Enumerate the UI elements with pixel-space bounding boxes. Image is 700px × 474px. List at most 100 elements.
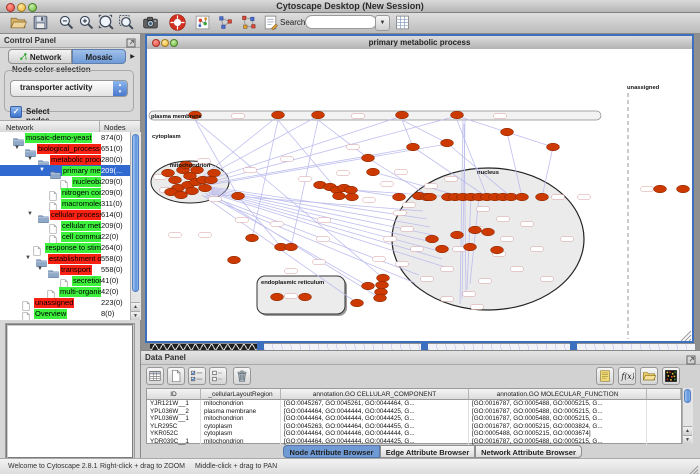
network-node[interactable] (299, 293, 312, 301)
resize-grip-icon[interactable] (689, 462, 699, 472)
network-window-titlebar[interactable]: primary metabolic process (147, 36, 692, 50)
tree-scroll-up-icon[interactable]: ▲ (131, 302, 140, 311)
attr-select-columns-button[interactable] (146, 367, 164, 385)
network-node[interactable] (516, 193, 529, 201)
birdseye-view[interactable] (6, 324, 134, 459)
network-node[interactable] (424, 193, 437, 201)
tree-row-cell-communicat[interactable]: cell communicat22(0) (0, 231, 130, 242)
network-node[interactable] (451, 231, 464, 239)
close-window-icon[interactable] (6, 3, 15, 12)
table-cell[interactable]: plasma membrane (201, 408, 281, 416)
network-canvas[interactable]: plasma membranecytoplasmmitochondrionnuc… (147, 49, 692, 341)
table-cell[interactable]: [GO:0016787, GO:0005488, GO:0005215, G..… (469, 438, 647, 446)
select-nodes-checkbox[interactable]: ✓ (10, 106, 22, 118)
network-node[interactable] (441, 139, 454, 147)
table-cell[interactable]: mitochondrion (201, 400, 281, 408)
zoom-selected-button[interactable] (116, 14, 136, 32)
float-panel-icon[interactable] (686, 352, 696, 362)
tab-node-attribute-browser[interactable]: Node Attribute Browser (283, 445, 380, 458)
network-node[interactable] (482, 228, 495, 236)
network-node[interactable] (362, 282, 375, 290)
network-node[interactable] (376, 281, 389, 289)
expand-arrow-icon[interactable]: ▼ (39, 167, 45, 173)
network-node[interactable] (246, 234, 259, 242)
table-cell[interactable]: [GO:0045263, GO:0044464, GO:0044455, G..… (281, 423, 469, 431)
network-node[interactable] (501, 128, 514, 136)
network-node[interactable] (393, 193, 406, 201)
network-node[interactable] (536, 193, 549, 201)
tree-row-nitrogen-compo[interactable]: nitrogen compo209(0) (0, 187, 130, 198)
network-node[interactable] (407, 143, 420, 151)
table-cell[interactable]: cytoplasm (201, 430, 281, 438)
network-node[interactable] (208, 169, 221, 177)
annotation-button[interactable] (260, 14, 280, 32)
network-node[interactable] (351, 299, 364, 307)
table-cell[interactable]: [GO:0016787, GO:0005488, GO:0005215, G..… (469, 400, 647, 408)
tree-row-multi-organism-pro[interactable]: multi-organism pro42(0) (0, 286, 130, 297)
table-cell[interactable]: [GO:0005488, GO:0005215, GO:0003674] (469, 430, 647, 438)
background-window-frame[interactable] (570, 343, 577, 350)
table-scrollbar[interactable]: ▲ ▼ (682, 388, 693, 444)
expand-arrow-icon[interactable]: ▼ (37, 266, 43, 272)
attr-notes-button[interactable] (596, 367, 614, 385)
table-cell[interactable]: YKR052C (147, 430, 201, 438)
network-node[interactable] (162, 169, 175, 177)
attr-matrix-button[interactable] (662, 367, 680, 385)
tree-row-cellular-process[interactable]: ▼cellular process614(0) (0, 209, 130, 220)
network-node[interactable] (547, 143, 560, 151)
layout-a-button[interactable] (215, 14, 235, 32)
minimize-window-icon[interactable] (17, 3, 26, 12)
table-cell[interactable]: [GO:0016787, GO:0005488, GO:0005215, G..… (469, 415, 647, 423)
zoom-window-icon[interactable] (28, 3, 37, 12)
save-session-button[interactable] (30, 14, 50, 32)
network-node[interactable] (426, 235, 439, 243)
network-node[interactable] (312, 111, 325, 119)
network-node[interactable] (367, 168, 380, 176)
table-scrollbar-thumb[interactable] (684, 389, 691, 403)
search-options-button[interactable]: ▼ (375, 15, 390, 31)
birdseye-button[interactable] (192, 14, 212, 32)
network-node[interactable] (186, 187, 199, 195)
search-input[interactable] (305, 15, 377, 29)
network-node[interactable] (271, 293, 284, 301)
expand-arrow-icon[interactable]: ▼ (25, 255, 31, 261)
background-window-frame[interactable] (257, 343, 264, 350)
zoom-fit-button[interactable] (96, 14, 116, 32)
network-node[interactable] (272, 111, 285, 119)
network-node[interactable] (436, 245, 449, 253)
network-node[interactable] (451, 111, 464, 119)
column-header--cellularlayoutregion[interactable]: _cellularLayoutRegion (201, 389, 281, 400)
table-cell[interactable]: [GO:0044464, GO:0044444, GO:0044425, G..… (281, 408, 469, 416)
float-panel-icon[interactable] (126, 35, 136, 45)
table-cell[interactable]: YJR121W__1 (147, 400, 201, 408)
tree-row-establishment-of-lo[interactable]: ▼establishment of lo558(0) (0, 253, 130, 264)
network-node[interactable] (654, 185, 667, 193)
canvas-resize-grip-icon[interactable] (681, 331, 691, 341)
table-cell[interactable]: [GO:0016787, GO:0005215, GO:0003824, G..… (469, 423, 647, 431)
table-cell[interactable]: mitochondrion (201, 415, 281, 423)
tree-row-secretion[interactable]: secretion41(0) (0, 275, 130, 286)
network-node[interactable] (374, 294, 387, 302)
attribute-table[interactable]: ID_cellularLayoutRegionannotation.GO CEL… (146, 388, 682, 444)
column-header-annotation-go-cellular-component[interactable]: annotation.GO CELLULAR_COMPONENT (281, 389, 469, 400)
tab-overflow-button[interactable]: ▶ (127, 52, 138, 63)
attr-delete-button[interactable] (233, 367, 251, 385)
column-header-id[interactable]: ID (147, 389, 201, 400)
layout-b-button[interactable] (238, 14, 258, 32)
tab-network-attribute-browser[interactable]: Network Attribute Browser (475, 445, 582, 458)
tree-row-overview[interactable]: Overview8(0) (0, 308, 130, 319)
attr-import-button[interactable] (640, 367, 658, 385)
tree-scrollbar-thumb[interactable] (132, 134, 139, 292)
tree-row-transport[interactable]: ▼transport558(0) (0, 264, 130, 275)
table-cell[interactable]: YLR295C (147, 423, 201, 431)
network-node[interactable] (285, 243, 298, 251)
network-node[interactable] (169, 176, 182, 184)
zoom-out-button[interactable] (56, 14, 76, 32)
table-cell[interactable]: cytoplasm (201, 423, 281, 431)
network-node[interactable] (377, 274, 390, 282)
zoom-in-button[interactable] (76, 14, 96, 32)
network-node[interactable] (346, 193, 359, 201)
open-session-button[interactable] (8, 14, 28, 32)
column-header-annotation-go-molecular-function[interactable]: annotation.GO MOLECULAR_FUNCTION (469, 389, 647, 400)
network-node[interactable] (205, 176, 218, 184)
